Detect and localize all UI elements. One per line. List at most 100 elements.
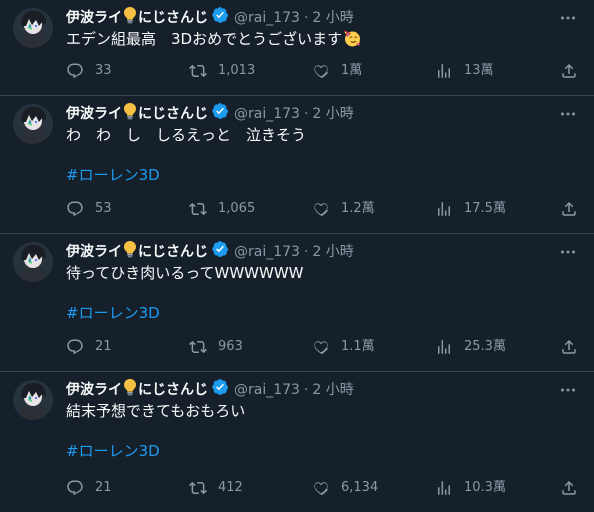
timestamp[interactable]: 2 小時 [312,104,353,124]
display-name-suffix[interactable]: にじさんじ [138,380,208,400]
like-count: 6,134 [341,480,379,495]
views-chart-icon [438,340,450,354]
display-name[interactable]: 伊波ライ [66,242,122,262]
reply-count: 21 [95,480,112,495]
avatar[interactable] [13,242,53,282]
tweet-actions: 33 1,013 1萬 13萬 [66,61,578,81]
lightbulb-icon [123,240,137,264]
timestamp[interactable]: 2 小時 [312,380,353,400]
verified-badge-icon [211,6,229,30]
more-options-icon[interactable] [558,8,578,28]
handle[interactable]: @rai_173 [234,104,300,124]
retweet-button[interactable]: 963 [189,338,299,356]
views-count: 25.3萬 [464,339,506,354]
like-button[interactable]: 1.2萬 [312,200,422,218]
tweet-actions: 21 963 1.1萬 25.3萬 [66,337,578,357]
retweet-icon [189,64,207,78]
reply-button[interactable]: 33 [66,62,176,80]
hashtag-link[interactable]: #ローレン3D [66,441,578,461]
share-icon [562,201,576,216]
handle[interactable]: @rai_173 [234,380,300,400]
handle[interactable]: @rai_173 [234,8,300,28]
more-options-icon[interactable] [558,380,578,400]
reply-icon [67,480,83,496]
retweet-icon [189,340,207,354]
views-count: 10.3萬 [464,480,506,495]
views-button[interactable]: 17.5萬 [435,200,545,218]
tweet[interactable]: 伊波ライ にじさんじ @rai_173 · 2 小時 エデン組最高 3Dおめでと… [0,0,594,96]
like-count: 1.2萬 [341,201,375,216]
handle[interactable]: @rai_173 [234,242,300,262]
reply-count: 53 [95,201,112,216]
share-button[interactable] [558,338,578,356]
share-button[interactable] [558,62,578,80]
avatar[interactable] [13,104,53,144]
retweet-count: 412 [218,480,243,495]
like-button[interactable]: 6,134 [312,479,422,497]
heart-icon [314,482,329,496]
lightbulb-icon [123,378,137,402]
views-button[interactable]: 10.3萬 [435,479,545,497]
display-name-suffix[interactable]: にじさんじ [138,8,208,28]
tweet-text-content: エデン組最高 3Dおめでとうございます [66,30,343,48]
retweet-count: 1,013 [218,63,256,78]
tweet-text: エデン組最高 3Dおめでとうございます [66,29,578,52]
display-name-suffix[interactable]: にじさんじ [138,242,208,262]
retweet-icon [189,481,207,495]
separator-dot: · [303,382,309,398]
retweet-button[interactable]: 1,013 [189,62,299,80]
retweet-count: 1,065 [218,201,256,216]
retweet-button[interactable]: 412 [189,479,299,497]
display-name[interactable]: 伊波ライ [66,104,122,124]
tweet-header: 伊波ライ にじさんじ @rai_173 · 2 小時 [66,378,578,402]
hashtag-link[interactable]: #ローレン3D [66,165,578,185]
separator-dot: · [303,10,309,26]
separator-dot: · [303,106,309,122]
views-chart-icon [438,202,450,216]
like-count: 1萬 [341,63,363,78]
reply-icon [67,63,83,79]
views-count: 17.5萬 [464,201,506,216]
more-options-icon[interactable] [558,104,578,124]
tweet[interactable]: 伊波ライ にじさんじ @rai_173 · 2 小時 待ってひき肉いるってWWW… [0,234,594,372]
timestamp[interactable]: 2 小時 [312,242,353,262]
display-name[interactable]: 伊波ライ [66,8,122,28]
reply-button[interactable]: 21 [66,338,176,356]
verified-badge-icon [211,102,229,126]
share-button[interactable] [558,200,578,218]
views-chart-icon [438,481,450,495]
tweet[interactable]: 伊波ライ にじさんじ @rai_173 · 2 小時 結末予想できてもおもろい … [0,372,594,512]
like-button[interactable]: 1萬 [312,62,422,80]
avatar[interactable] [13,380,53,420]
retweet-count: 963 [218,339,243,354]
reply-count: 21 [95,339,112,354]
tweet[interactable]: 伊波ライ にじさんじ @rai_173 · 2 小時 わ わ し しるえっと 泣… [0,96,594,234]
tweet-text: 結末予想できてもおもろい [66,402,246,420]
verified-badge-icon [211,240,229,264]
display-name-suffix[interactable]: にじさんじ [138,104,208,124]
hashtag-link[interactable]: #ローレン3D [66,303,578,323]
partying-face-emoji-icon [343,29,361,52]
views-button[interactable]: 13萬 [435,62,545,80]
tweet-header: 伊波ライ にじさんじ @rai_173 · 2 小時 [66,102,578,126]
tweet-header: 伊波ライ にじさんじ @rai_173 · 2 小時 [66,240,578,264]
views-count: 13萬 [464,63,494,78]
reply-button[interactable]: 53 [66,200,176,218]
display-name[interactable]: 伊波ライ [66,380,122,400]
views-button[interactable]: 25.3萬 [435,338,545,356]
tweet-header: 伊波ライ にじさんじ @rai_173 · 2 小時 [66,6,578,30]
separator-dot: · [303,244,309,260]
retweet-button[interactable]: 1,065 [189,200,299,218]
reply-icon [67,201,83,217]
share-button[interactable] [558,479,578,497]
verified-badge-icon [211,378,229,402]
avatar[interactable] [13,8,53,48]
share-icon [562,63,576,78]
reply-icon [67,339,83,355]
reply-button[interactable]: 21 [66,479,176,497]
timestamp[interactable]: 2 小時 [312,8,353,28]
lightbulb-icon [123,102,137,126]
tweet-feed: 伊波ライ にじさんじ @rai_173 · 2 小時 エデン組最高 3Dおめでと… [0,0,594,512]
like-button[interactable]: 1.1萬 [312,338,422,356]
more-options-icon[interactable] [558,242,578,262]
